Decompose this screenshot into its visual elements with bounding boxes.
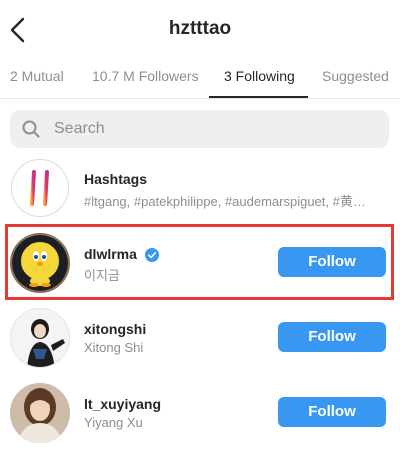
username: lt_xuyiyang — [84, 396, 162, 412]
list-item-hashtags[interactable]: Hashtags #ltgang, #patekphilippe, #audem… — [0, 150, 400, 225]
hashtags-title: Hashtags — [84, 171, 148, 187]
tab-bar: 2 Mutual 10.7 M Followers 3 Following Su… — [0, 58, 400, 99]
hashtag-icon — [10, 158, 70, 218]
header: hztttao — [0, 0, 400, 58]
list-item-xitongshi[interactable]: xitongshi Xitong Shi Follow — [0, 300, 400, 375]
search-placeholder: Search — [54, 120, 105, 137]
search-icon — [22, 120, 40, 138]
tab-following[interactable]: 3 Following — [224, 68, 295, 84]
tab-mutual[interactable]: 2 Mutual — [10, 68, 64, 84]
list-item-lt-xuyiyang[interactable]: lt_xuyiyang Yiyang Xu Follow — [0, 375, 400, 450]
highlight-box — [5, 224, 394, 300]
follow-button[interactable]: Follow — [278, 397, 386, 427]
username: xitongshi — [84, 321, 147, 337]
full-name: Yiyang Xu — [84, 415, 143, 430]
hashtags-list: #ltgang, #patekphilippe, #audemarspiguet… — [84, 194, 366, 209]
follow-button[interactable]: Follow — [278, 322, 386, 352]
person-avatar — [10, 383, 70, 443]
tab-followers[interactable]: 10.7 M Followers — [92, 68, 199, 84]
search-input[interactable]: Search — [10, 110, 389, 148]
person-avatar — [10, 308, 70, 368]
tab-suggested[interactable]: Suggested — [322, 68, 389, 84]
full-name: Xitong Shi — [84, 340, 144, 355]
page-title: hztttao — [168, 18, 232, 39]
active-tab-indicator — [209, 96, 308, 98]
